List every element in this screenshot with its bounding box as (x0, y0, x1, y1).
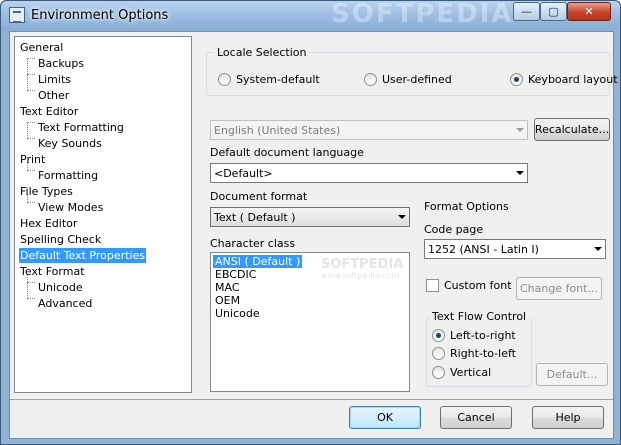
radio-circle[interactable] (218, 73, 231, 86)
watermark: SOFTPEDIA (331, 0, 514, 29)
radio-label: System-default (236, 73, 320, 86)
radio-label: User-defined (382, 73, 452, 86)
locale-combo[interactable]: English (United States) (210, 120, 528, 140)
close-button[interactable]: ✕ (567, 2, 611, 21)
tree-item-hex-editor[interactable]: Hex Editor (19, 216, 78, 231)
chevron-down-icon (594, 247, 602, 251)
tree-connector (27, 122, 35, 123)
list-watermark-url: www.softpedia.com (321, 271, 400, 280)
checkbox-box[interactable] (426, 279, 439, 292)
radio-circle[interactable] (432, 347, 445, 360)
options-tree[interactable]: General Backups Limits Other Text Editor… (14, 36, 192, 393)
tree-item-unicode[interactable]: Unicode (37, 280, 84, 295)
radio-keyboard-layout[interactable]: Keyboard layout (510, 73, 618, 86)
tree-connector (27, 74, 35, 75)
tree-item-advanced[interactable]: Advanced (37, 296, 93, 311)
tree-connector (27, 170, 35, 171)
document-format-label: Document format (210, 190, 308, 203)
tree-item-text-formatting[interactable]: Text Formatting (37, 120, 125, 135)
chevron-down-icon (398, 215, 406, 219)
radio-label: Right-to-left (450, 347, 516, 360)
custom-font-checkbox[interactable]: Custom font (426, 279, 512, 292)
list-item[interactable]: OEM (213, 294, 242, 307)
tree-item-formatting[interactable]: Formatting (37, 168, 99, 183)
tree-item-file-types[interactable]: File Types (19, 184, 74, 199)
radio-label: Vertical (450, 366, 492, 379)
tree-item-view-modes[interactable]: View Modes (37, 200, 104, 215)
custom-font-label: Custom font (444, 279, 512, 292)
list-item[interactable]: EBCDIC (213, 268, 258, 281)
code-page-value: 1252 (ANSI - Latin I) (428, 242, 539, 256)
list-item[interactable]: ANSI ( Default ) (213, 255, 303, 268)
radio-circle[interactable] (510, 73, 523, 86)
tree-connector (27, 122, 28, 138)
radio-label: Left-to-right (450, 329, 516, 342)
tree-connector (27, 90, 35, 91)
document-language-value: <Default> (214, 166, 273, 180)
tree-item-key-sounds[interactable]: Key Sounds (37, 136, 103, 151)
app-icon (9, 7, 25, 23)
radio-right-to-left[interactable]: Right-to-left (432, 347, 516, 360)
maximize-button[interactable]: ▢ (540, 2, 567, 21)
tree-item-print[interactable]: Print (19, 152, 46, 167)
tree-connector (27, 282, 35, 283)
title-bar[interactable]: Environment Options SOFTPEDIA — ▢ ✕ (1, 0, 620, 31)
radio-circle[interactable] (364, 73, 377, 86)
format-options-title: Format Options (424, 200, 509, 213)
radio-system-default[interactable]: System-default (218, 73, 320, 86)
locale-combo-value: English (United States) (214, 123, 341, 137)
radio-circle[interactable] (432, 329, 445, 342)
radio-left-to-right[interactable]: Left-to-right (432, 329, 516, 342)
chevron-down-icon (516, 171, 524, 175)
default-document-language-label: Default document language (210, 146, 364, 159)
dialog-client-area: General Backups Limits Other Text Editor… (9, 31, 618, 439)
locale-selection-title: Locale Selection (214, 46, 310, 59)
list-watermark: SOFTPEDIA (321, 257, 404, 272)
code-page-label: Code page (424, 223, 484, 236)
tree-item-spelling-check[interactable]: Spelling Check (19, 232, 102, 247)
list-item[interactable]: MAC (213, 281, 242, 294)
tree-connector (27, 58, 35, 59)
tree-item-text-editor[interactable]: Text Editor (19, 104, 79, 119)
footer-divider (10, 399, 613, 400)
tree-item-other[interactable]: Other (37, 88, 70, 103)
help-button[interactable]: Help (532, 406, 604, 429)
tree-connector (27, 138, 35, 139)
document-language-combo[interactable]: <Default> (210, 163, 528, 183)
radio-user-defined[interactable]: User-defined (364, 73, 452, 86)
tree-connector (27, 202, 35, 203)
code-page-combo[interactable]: 1252 (ANSI - Latin I) (424, 239, 606, 259)
tree-item-general[interactable]: General (19, 40, 64, 55)
default-button[interactable]: Default... (536, 363, 608, 386)
tree-item-default-text-properties[interactable]: Default Text Properties (19, 248, 147, 263)
window-title: Environment Options (31, 8, 169, 23)
minimize-button[interactable]: — (513, 2, 540, 21)
text-flow-control-title: Text Flow Control (429, 310, 530, 323)
document-format-combo[interactable]: Text ( Default ) (210, 207, 410, 227)
change-font-button[interactable]: Change font... (516, 277, 602, 300)
tree-item-text-format[interactable]: Text Format (19, 264, 86, 279)
radio-circle[interactable] (432, 366, 445, 379)
recalculate-button[interactable]: Recalculate... (534, 118, 610, 141)
chevron-down-icon (516, 128, 524, 132)
tree-connector (27, 298, 35, 299)
tree-item-backups[interactable]: Backups (37, 56, 85, 71)
radio-vertical[interactable]: Vertical (432, 366, 491, 379)
cancel-button[interactable]: Cancel (440, 406, 512, 429)
environment-options-window: Environment Options SOFTPEDIA — ▢ ✕ Gene… (0, 0, 621, 445)
ok-button[interactable]: OK (349, 406, 421, 429)
tree-item-limits[interactable]: Limits (37, 72, 72, 87)
character-class-label: Character class (210, 237, 296, 250)
radio-label: Keyboard layout (528, 73, 618, 86)
character-class-list[interactable]: SOFTPEDIA www.softpedia.com ANSI ( Defau… (210, 252, 410, 392)
list-item[interactable]: Unicode (213, 307, 262, 320)
document-format-value: Text ( Default ) (214, 210, 296, 224)
